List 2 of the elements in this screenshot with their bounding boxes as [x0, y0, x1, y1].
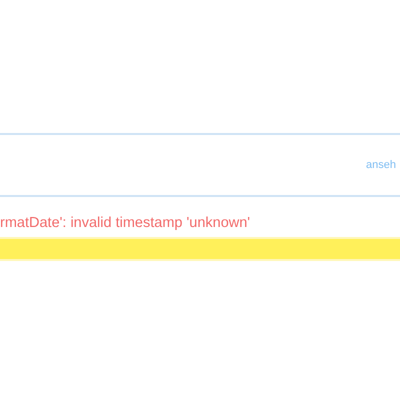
- error-message: rmatDate': invalid timestamp 'unknown': [0, 215, 252, 231]
- view-link[interactable]: anseh: [366, 159, 396, 171]
